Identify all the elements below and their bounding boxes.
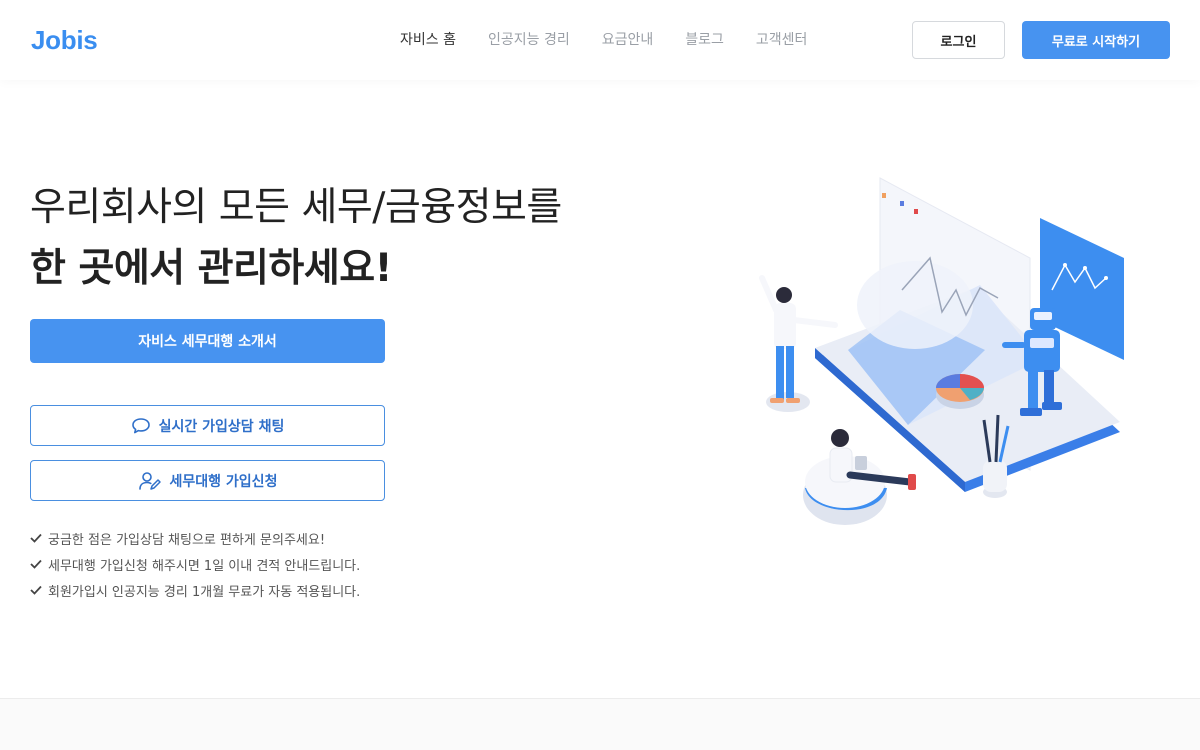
- login-button[interactable]: 로그인: [912, 21, 1005, 59]
- hero-illustration: [740, 170, 1140, 540]
- site-header: Jobis 자비스 홈 인공지능 경리 요금안내 블로그 고객센터 로그인 무료…: [0, 0, 1200, 80]
- tax-service-apply-button[interactable]: 세무대행 가입신청: [30, 460, 385, 501]
- nav-item-ai-accountant[interactable]: 인공지능 경리: [488, 30, 570, 50]
- benefit-checklist: 궁금한 점은 가입상담 채팅으로 편하게 문의주세요! 세무대행 가입신청 해주…: [30, 525, 360, 603]
- checkmark-icon: [30, 533, 42, 543]
- tax-service-apply-label: 세무대행 가입신청: [169, 473, 278, 490]
- jobis-logo[interactable]: Jobis: [31, 25, 98, 56]
- live-chat-label: 실시간 가입상담 채팅: [158, 418, 285, 435]
- checklist-item: 회원가입시 인공지능 경리 1개월 무료가 자동 적용됩니다.: [30, 577, 360, 603]
- checklist-item: 궁금한 점은 가입상담 채팅으로 편하게 문의주세요!: [30, 525, 360, 551]
- checklist-item: 세무대행 가입신청 해주시면 1일 이내 견적 안내드립니다.: [30, 551, 360, 577]
- checklist-text: 회원가입시 인공지능 경리 1개월 무료가 자동 적용됩니다.: [48, 584, 361, 600]
- checklist-text: 궁금한 점은 가입상담 채팅으로 편하게 문의주세요!: [48, 532, 326, 548]
- nav-item-pricing[interactable]: 요금안내: [602, 30, 654, 50]
- checkmark-icon: [30, 585, 42, 595]
- live-chat-button[interactable]: 실시간 가입상담 채팅: [30, 405, 385, 446]
- intro-brochure-button[interactable]: 자비스 세무대행 소개서: [30, 319, 385, 363]
- next-section-band: [0, 698, 1200, 750]
- user-edit-icon: [138, 471, 162, 491]
- checkmark-icon: [30, 559, 42, 569]
- free-start-button[interactable]: 무료로 시작하기: [1022, 21, 1170, 59]
- speech-bubble-icon: [131, 417, 151, 435]
- hero-headline-line1: 우리회사의 모든 세무/금융정보를: [30, 185, 562, 230]
- main-nav: 자비스 홈 인공지능 경리 요금안내 블로그 고객센터: [400, 30, 839, 50]
- hero-headline-line2: 한 곳에서 관리하세요!: [30, 246, 392, 291]
- nav-item-support[interactable]: 고객센터: [756, 30, 808, 50]
- nav-item-home[interactable]: 자비스 홈: [400, 30, 456, 50]
- checklist-text: 세무대행 가입신청 해주시면 1일 이내 견적 안내드립니다.: [48, 558, 361, 574]
- nav-item-blog[interactable]: 블로그: [685, 30, 724, 50]
